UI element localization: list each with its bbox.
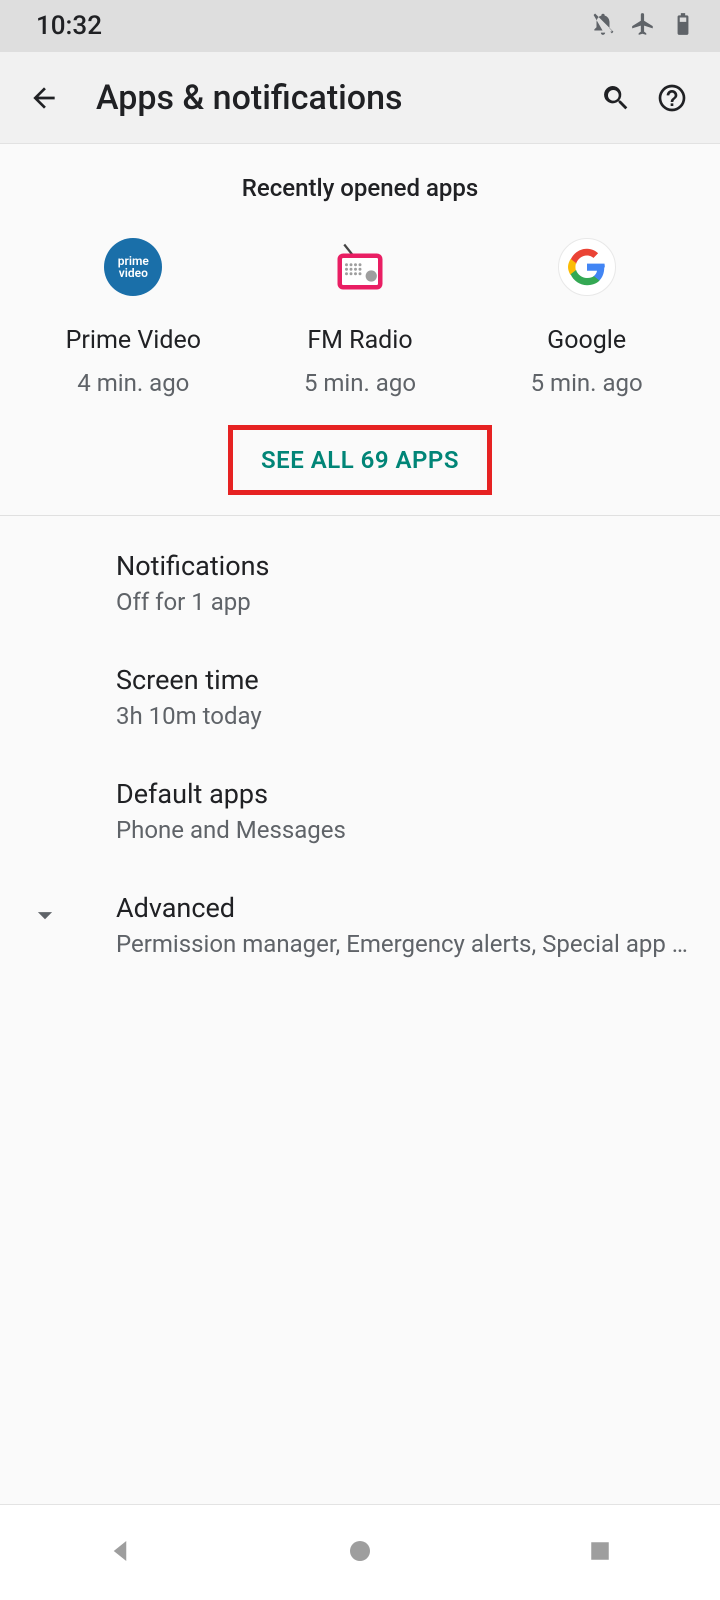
back-button[interactable] <box>20 74 68 122</box>
see-all-wrap: SEE ALL 69 APPS <box>0 413 720 516</box>
help-icon <box>656 82 688 114</box>
settings-list: Notifications Off for 1 app Screen time … <box>0 516 720 982</box>
settings-item-default-apps[interactable]: Default apps Phone and Messages <box>0 754 720 868</box>
arrow-back-icon <box>28 82 60 114</box>
page-title: Apps & notifications <box>96 78 588 118</box>
status-bar: 10:32 <box>0 0 720 52</box>
expand-more-icon <box>28 898 62 936</box>
fm-radio-icon <box>331 238 389 296</box>
settings-item-subtitle: Phone and Messages <box>116 816 692 844</box>
recent-header: Recently opened apps <box>0 144 720 226</box>
google-icon <box>558 238 616 296</box>
settings-item-screen-time[interactable]: Screen time 3h 10m today <box>0 640 720 754</box>
app-bar: Apps & notifications <box>0 52 720 144</box>
circle-home-icon <box>345 1536 375 1566</box>
settings-item-subtitle: Off for 1 app <box>116 588 692 616</box>
search-icon <box>600 82 632 114</box>
recent-app-name: Prime Video <box>66 326 201 355</box>
settings-item-subtitle: 3h 10m today <box>116 702 692 730</box>
recent-app-prime-video[interactable]: primevideo Prime Video 4 min. ago <box>33 238 233 397</box>
recent-apps-row: primevideo Prime Video 4 min. ago FM Rad… <box>0 226 720 413</box>
dnd-off-icon <box>590 11 616 41</box>
help-button[interactable] <box>644 70 700 126</box>
recent-app-name: FM Radio <box>307 326 412 355</box>
see-all-apps-button[interactable]: SEE ALL 69 APPS <box>228 425 492 495</box>
status-icons <box>590 11 696 41</box>
recent-app-google[interactable]: Google 5 min. ago <box>487 238 687 397</box>
nav-back-button[interactable] <box>105 1536 135 1570</box>
search-button[interactable] <box>588 70 644 126</box>
recent-app-time: 5 min. ago <box>304 369 416 397</box>
prime-video-icon: primevideo <box>104 238 162 296</box>
nav-home-button[interactable] <box>345 1536 375 1570</box>
settings-item-title: Advanced <box>116 892 692 924</box>
settings-item-title: Default apps <box>116 778 692 810</box>
battery-icon <box>670 11 696 41</box>
square-recents-icon <box>585 1536 615 1566</box>
airplane-icon <box>630 11 656 41</box>
recent-app-time: 4 min. ago <box>77 369 189 397</box>
triangle-back-icon <box>105 1536 135 1566</box>
recent-app-fm-radio[interactable]: FM Radio 5 min. ago <box>260 238 460 397</box>
recent-app-time: 5 min. ago <box>531 369 643 397</box>
nav-recents-button[interactable] <box>585 1536 615 1570</box>
recent-section: Recently opened apps primevideo Prime Vi… <box>0 144 720 516</box>
settings-item-title: Screen time <box>116 664 692 696</box>
settings-item-title: Notifications <box>116 550 692 582</box>
settings-item-subtitle: Permission manager, Emergency alerts, Sp… <box>116 930 692 958</box>
settings-item-notifications[interactable]: Notifications Off for 1 app <box>0 526 720 640</box>
clock: 10:32 <box>36 11 102 41</box>
recent-app-name: Google <box>547 326 626 355</box>
navigation-bar <box>0 1504 720 1600</box>
settings-item-advanced[interactable]: Advanced Permission manager, Emergency a… <box>0 868 720 982</box>
